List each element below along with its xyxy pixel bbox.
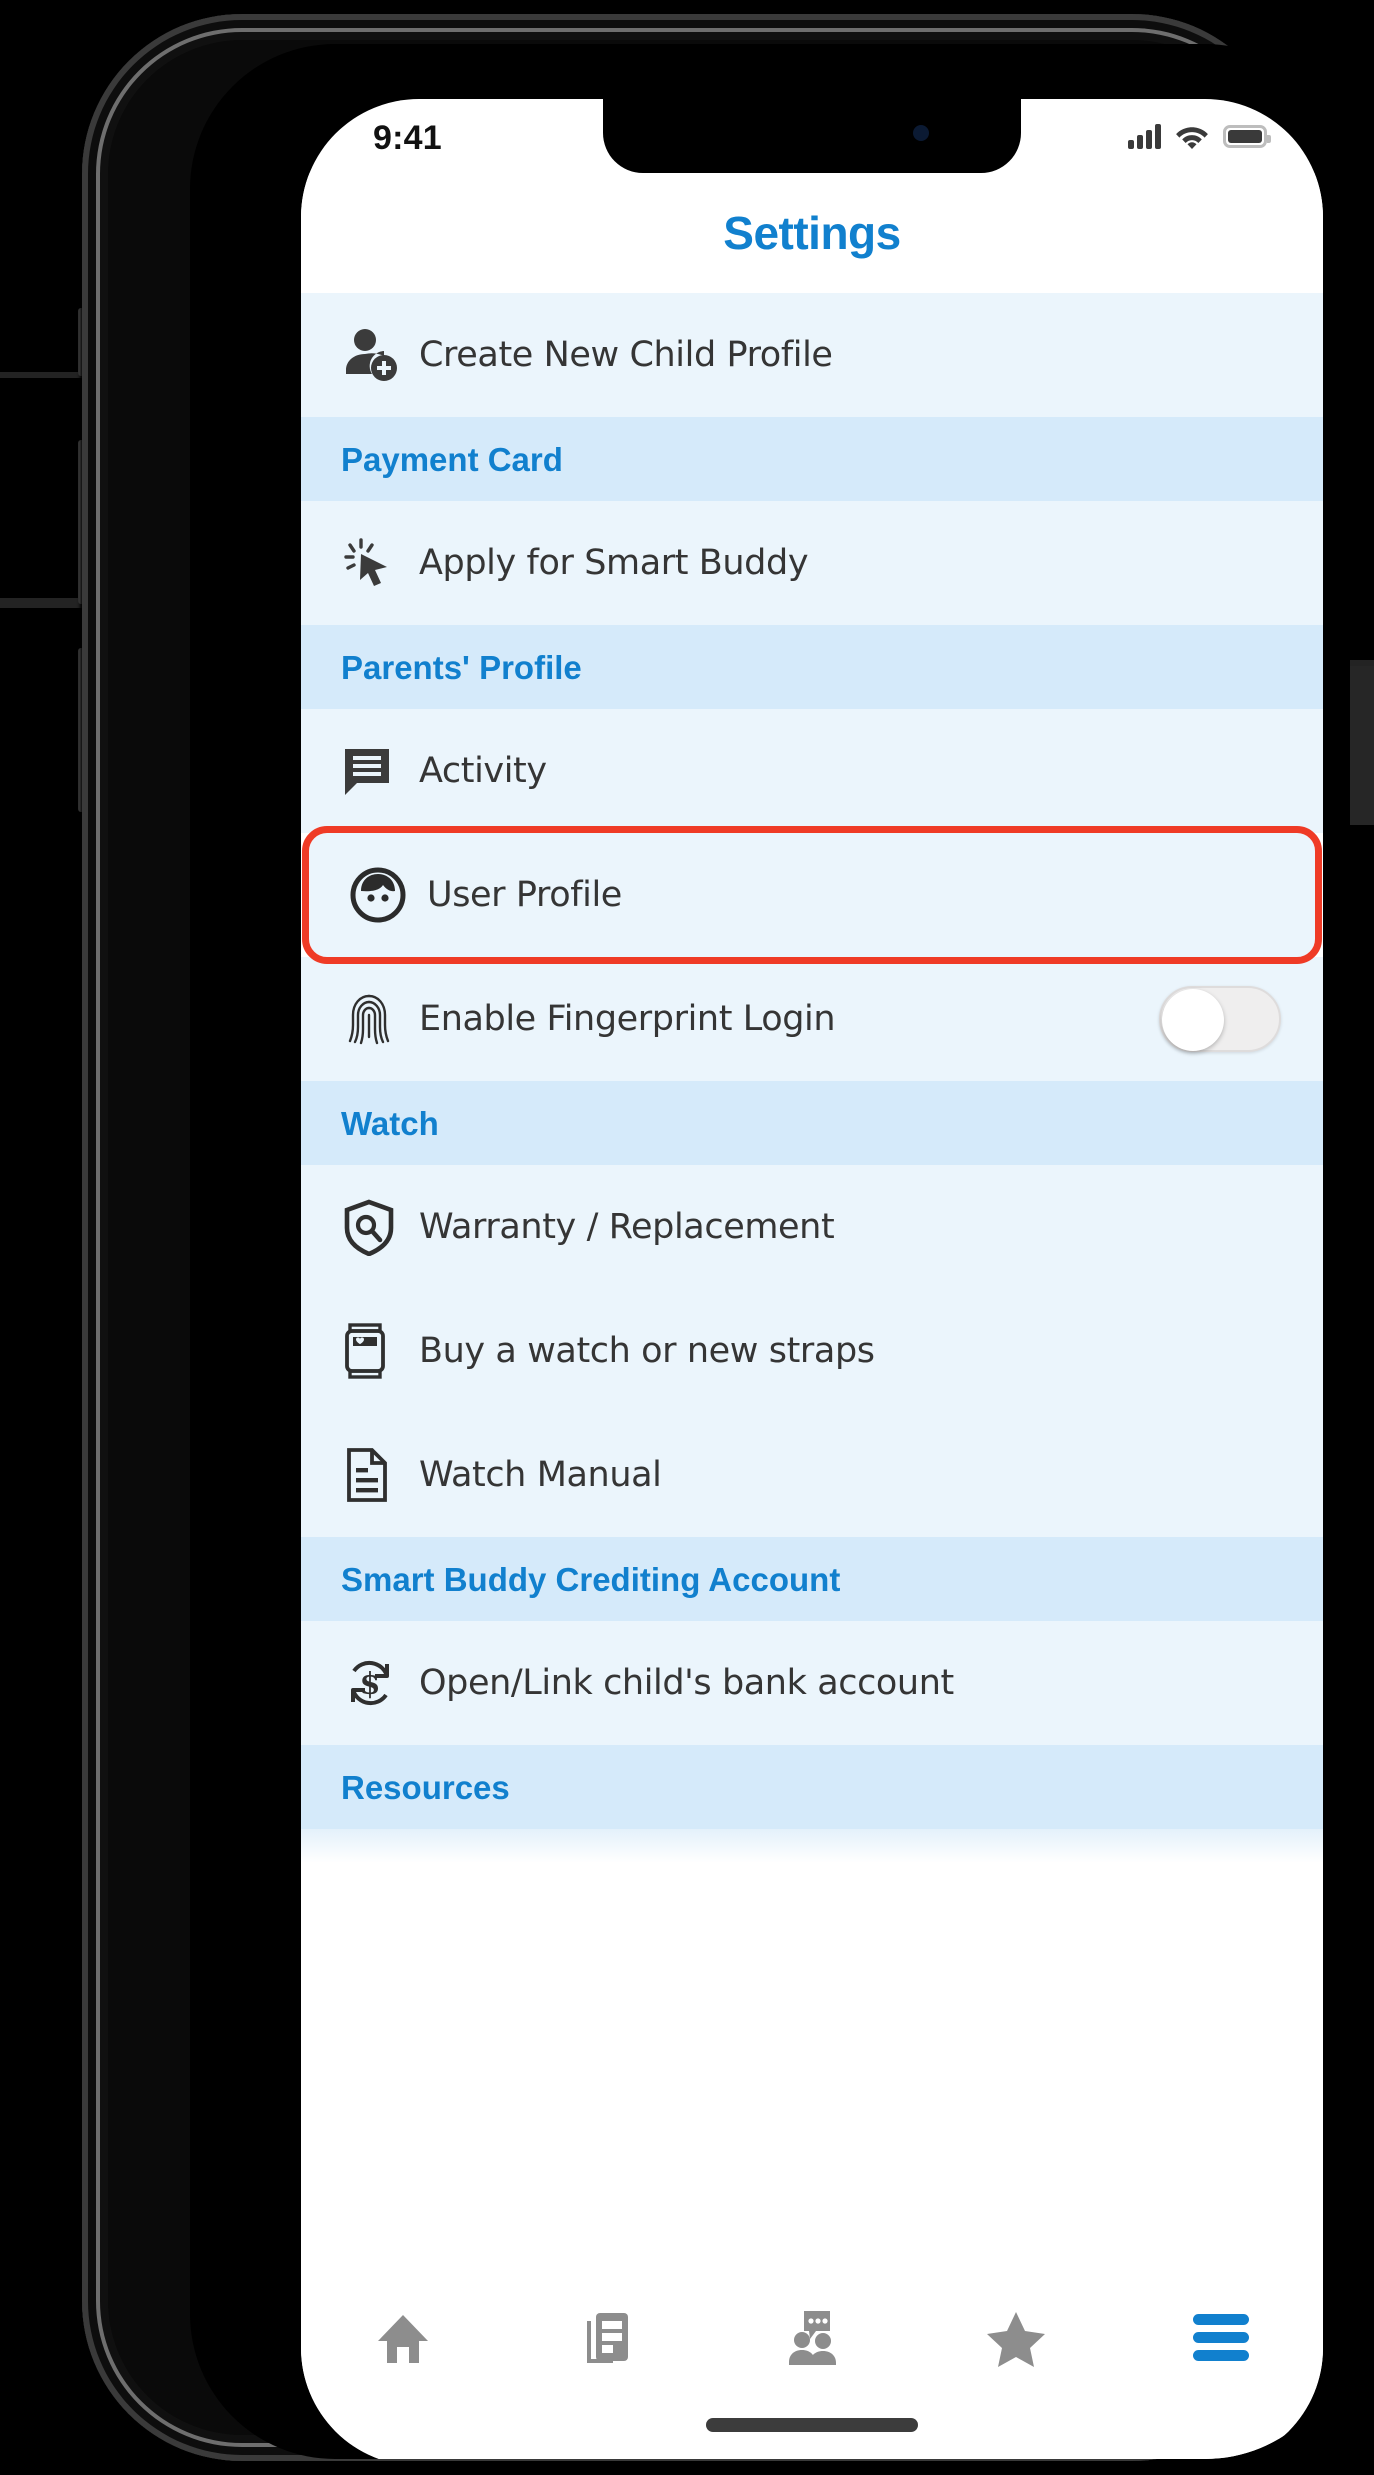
settings-row-user-profile[interactable]: User Profile [302, 826, 1322, 964]
settings-row-label: User Profile [427, 875, 622, 915]
people-chat-icon [789, 2311, 837, 2365]
settings-row-label: Apply for Smart Buddy [419, 543, 809, 583]
settings-row-warranty-replacement[interactable]: Warranty / Replacement [301, 1165, 1323, 1289]
settings-row-buy-watch-or-straps[interactable]: Buy a watch or new straps [301, 1289, 1323, 1413]
cellular-signal-icon [1128, 123, 1161, 149]
news-list-icon [586, 2313, 628, 2363]
person-add-icon [341, 326, 419, 384]
settings-row-label: Create New Child Profile [419, 335, 833, 375]
tab-menu[interactable] [1119, 2290, 1323, 2386]
hamburger-menu-icon [1192, 2314, 1249, 2361]
svg-text:$: $ [360, 1667, 381, 1702]
home-icon [378, 2315, 429, 2363]
section-header-payment-card: Payment Card [301, 417, 1323, 501]
phone-left-plate-top [0, 372, 84, 378]
dollar-refresh-icon: $ [341, 1654, 419, 1712]
settings-row-label: Watch Manual [419, 1455, 662, 1495]
settings-row-enable-fingerprint-login[interactable]: Enable Fingerprint Login [301, 957, 1323, 1081]
settings-row-activity[interactable]: Activity [301, 709, 1323, 833]
tab-news[interactable] [505, 2290, 709, 2386]
home-indicator[interactable] [706, 2418, 918, 2432]
tab-community[interactable] [710, 2290, 914, 2386]
settings-row-watch-manual[interactable]: Watch Manual [301, 1413, 1323, 1537]
star-icon [987, 2312, 1046, 2367]
settings-row-label: Warranty / Replacement [419, 1207, 835, 1247]
app-header: Settings [301, 173, 1323, 293]
wifi-icon [1176, 127, 1208, 149]
screenshot-stage: 9:41 Settings Create New Child Profile P… [0, 0, 1374, 2475]
settings-row-open-link-bank-account[interactable]: $ Open/Link child's bank account [301, 1621, 1323, 1745]
section-header-smart-buddy-crediting-account: Smart Buddy Crediting Account [301, 1537, 1323, 1621]
battery-full-icon [1223, 124, 1271, 148]
settings-row-label: Buy a watch or new straps [419, 1331, 875, 1371]
settings-row-label: Activity [419, 751, 547, 791]
section-header-parents-profile: Parents' Profile [301, 625, 1323, 709]
settings-row-label: Open/Link child's bank account [419, 1663, 954, 1703]
chat-lines-icon [341, 743, 419, 799]
phone-notch [603, 99, 1021, 173]
user-face-icon [349, 866, 427, 924]
cursor-click-icon [341, 534, 419, 592]
tab-home[interactable] [301, 2290, 505, 2386]
document-icon [341, 1446, 419, 1504]
phone-bezel: 9:41 Settings Create New Child Profile P… [190, 44, 1350, 2459]
section-header-resources: Resources [301, 1745, 1323, 1829]
settings-list: Create New Child Profile Payment Card Ap… [301, 293, 1323, 1863]
toggle-knob [1162, 989, 1224, 1051]
tab-favourites[interactable] [914, 2290, 1118, 2386]
front-camera-icon [913, 125, 929, 141]
settings-row-label: Enable Fingerprint Login [419, 999, 836, 1039]
shield-search-icon [341, 1198, 419, 1256]
status-bar-icons [1128, 123, 1271, 149]
status-bar-time: 9:41 [373, 119, 442, 157]
page-title: Settings [723, 207, 901, 259]
list-bottom-fade [301, 1829, 1323, 1863]
fingerprint-login-toggle[interactable] [1159, 986, 1281, 1052]
phone-left-plate-bottom [0, 598, 84, 608]
fingerprint-icon [341, 990, 419, 1048]
settings-row-apply-for-smart-buddy[interactable]: Apply for Smart Buddy [301, 501, 1323, 625]
phone-frame: 9:41 Settings Create New Child Profile P… [82, 14, 1350, 2461]
settings-row-create-new-child-profile[interactable]: Create New Child Profile [301, 293, 1323, 417]
phone-screen: 9:41 Settings Create New Child Profile P… [301, 99, 1323, 2459]
smartwatch-icon [341, 1322, 419, 1380]
section-header-watch: Watch [301, 1081, 1323, 1165]
